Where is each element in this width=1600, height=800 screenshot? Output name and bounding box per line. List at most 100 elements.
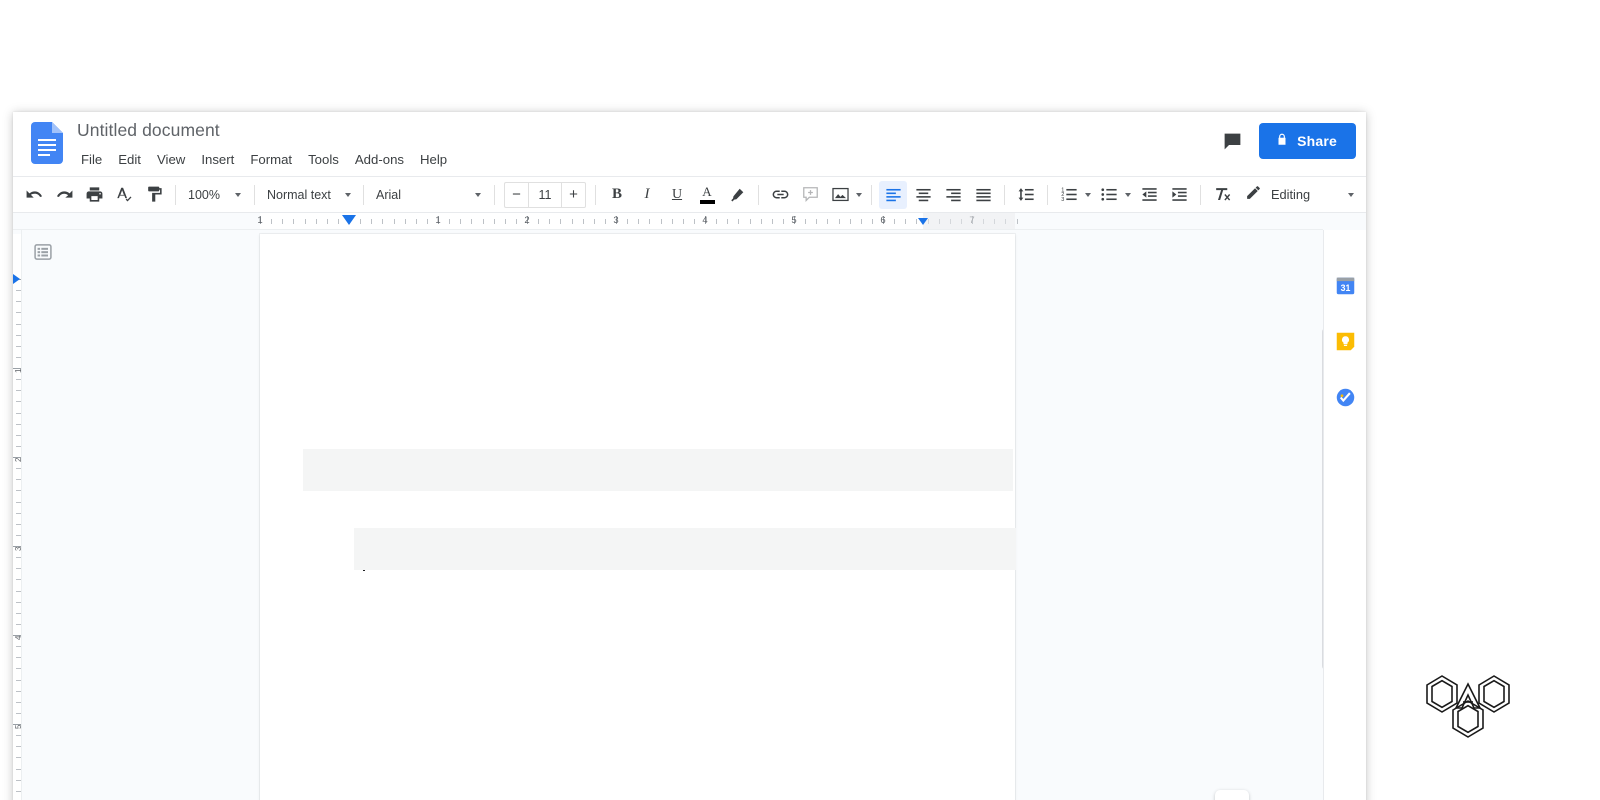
toolbar-divider [363,184,364,205]
calendar-day-number: 31 [1340,283,1350,293]
ruler-tick [538,219,540,224]
ruler-tick [671,219,673,224]
spellcheck-icon[interactable] [110,181,138,209]
ruler-tick [805,219,807,224]
document-canvas[interactable] [23,230,1323,800]
toolbar-divider [1004,184,1005,205]
italic-button[interactable]: I [633,181,661,209]
ruler-tick [449,219,451,224]
google-calendar-icon[interactable]: 31 [1334,274,1356,296]
align-right-icon[interactable] [939,181,967,209]
bulleted-list-dropdown[interactable] [1094,181,1134,209]
line-spacing-icon[interactable] [1012,181,1040,209]
insert-image-dropdown[interactable] [825,181,865,209]
pencil-icon [1245,184,1262,206]
zoom-level-dropdown[interactable]: 100% [182,182,248,208]
bold-button[interactable]: B [603,181,631,209]
insert-image-icon[interactable] [826,181,854,209]
menu-item-help[interactable]: Help [412,150,455,169]
vruler-tick [16,623,21,625]
add-comment-icon[interactable] [796,181,824,209]
highlight-pen-icon[interactable] [723,181,751,209]
decrease-indent-icon[interactable] [1135,181,1163,209]
menu-item-add-ons[interactable]: Add-ons [347,150,412,169]
google-docs-icon[interactable] [31,122,63,164]
ruler-tick [871,219,873,224]
vruler-tick [16,512,21,514]
increase-indent-icon[interactable] [1165,181,1193,209]
text-color-button[interactable]: A [693,181,721,209]
ruler-tick [738,219,740,224]
decrease-font-size-button[interactable]: − [504,181,528,208]
vruler-tick [16,534,21,536]
top-margin-marker[interactable] [13,274,20,284]
toolbar-divider [1200,184,1201,205]
document-body: 11234567 12345 [13,212,1366,800]
vruler-tick [16,757,21,759]
font-family-dropdown[interactable]: Arial [370,182,488,208]
font-size-input[interactable]: 11 [528,181,562,208]
menu-item-insert[interactable]: Insert [193,150,242,169]
ruler-tick [838,219,840,224]
vruler-tick [16,312,21,314]
ruler-tick [816,219,818,224]
menu-item-tools[interactable]: Tools [300,150,347,169]
vruler-tick [16,345,21,347]
ruler-tick [293,219,295,224]
undo-icon[interactable] [20,181,48,209]
chevron-down-icon [235,192,241,197]
vruler-tick [16,646,21,648]
explore-icon[interactable] [1215,790,1249,800]
menu-item-format[interactable]: Format [242,150,300,169]
menu-item-edit[interactable]: Edit [110,150,149,169]
ruler-tick [693,219,695,224]
vruler-tick [16,434,21,436]
numbered-list-dropdown[interactable]: 1 2 3 [1054,181,1094,209]
horizontal-ruler[interactable]: 11234567 [13,213,1323,230]
vruler-tick [16,323,21,325]
chevron-down-icon [856,192,862,197]
vruler-tick [16,712,21,714]
menu-item-view[interactable]: View [149,150,193,169]
share-button[interactable]: Share [1259,123,1356,159]
paragraph-style-dropdown[interactable]: Normal text [261,182,357,208]
underline-button[interactable]: U [663,181,691,209]
vruler-tick [16,790,21,792]
italic-label: I [644,186,650,202]
numbered-list-icon[interactable]: 1 2 3 [1055,181,1083,209]
menu-item-file[interactable]: File [77,150,110,169]
align-center-icon[interactable] [909,181,937,209]
clear-formatting-icon[interactable] [1208,181,1236,209]
bulleted-list-icon[interactable] [1095,181,1123,209]
print-icon[interactable] [80,181,108,209]
align-justify-icon[interactable] [969,181,997,209]
vruler-tick [16,479,21,481]
editing-mode-area: Editing [1237,181,1366,209]
google-tasks-icon[interactable] [1334,386,1356,408]
paint-format-icon[interactable] [140,181,168,209]
toolbar-divider [871,184,872,205]
align-left-icon[interactable] [879,180,907,209]
ruler-tick [760,219,762,224]
link-icon[interactable] [766,181,794,209]
vruler-tick [16,668,21,670]
lock-icon [1275,132,1289,150]
ruler-tick [393,219,395,224]
hexagon-a-logo [1418,655,1518,745]
vertical-ruler[interactable]: 1 2 3 4 5 [13,230,22,800]
left-indent-marker[interactable] [342,215,356,225]
vruler-tick [16,423,21,425]
editing-mode-label: Editing [1271,187,1311,202]
ruler-tick [638,219,640,224]
editing-mode-dropdown[interactable]: Editing [1237,181,1362,209]
vruler-tick [16,701,21,703]
toolbar-divider [595,184,596,205]
document-title[interactable]: Untitled document [77,120,220,141]
google-keep-icon[interactable] [1334,330,1356,352]
redo-icon[interactable] [50,181,78,209]
right-indent-marker[interactable] [918,218,929,225]
vruler-tick [16,468,21,470]
comment-icon[interactable] [1215,124,1249,158]
increase-font-size-button[interactable]: + [562,181,586,208]
toolbar-divider [1047,184,1048,205]
